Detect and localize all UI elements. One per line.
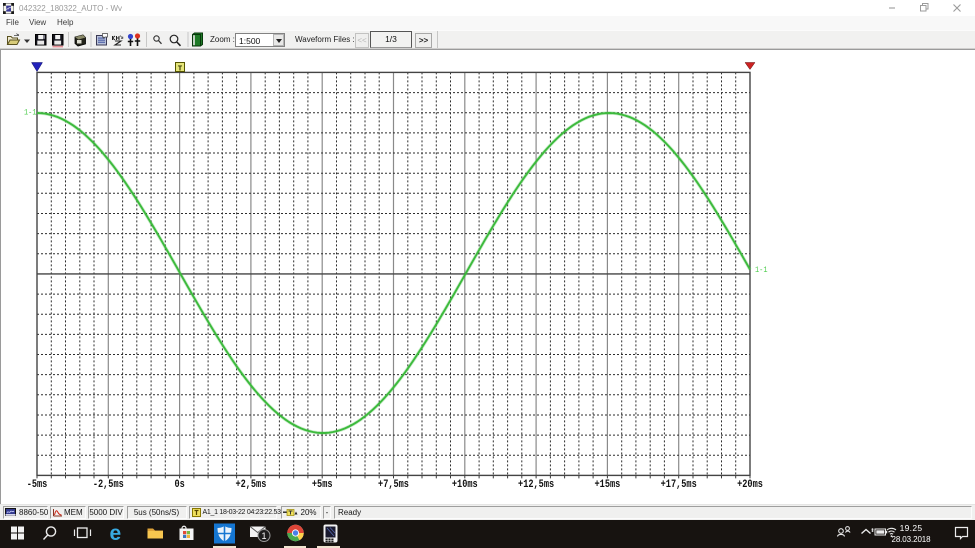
svg-text:1-1: 1-1 — [24, 108, 37, 118]
svg-text:0s: 0s — [174, 479, 184, 491]
svg-text:+15ms: +15ms — [595, 479, 621, 491]
svg-text:+10ms: +10ms — [452, 479, 478, 491]
svg-text:-5ms: -5ms — [27, 479, 48, 491]
svg-text:1-1: 1-1 — [755, 265, 768, 275]
svg-text:e: e — [110, 522, 122, 545]
svg-text:T: T — [178, 66, 183, 74]
svg-text:+7,5ms: +7,5ms — [378, 479, 409, 491]
svg-text:+12,5ms: +12,5ms — [518, 479, 554, 491]
svg-text:-2,5ms: -2,5ms — [93, 479, 124, 491]
svg-text:1: 1 — [261, 531, 266, 541]
svg-text:+20ms: +20ms — [737, 479, 763, 491]
svg-text:+17,5ms: +17,5ms — [661, 479, 697, 491]
svg-text:+5ms: +5ms — [312, 479, 333, 491]
svg-text:+2,5ms: +2,5ms — [235, 479, 266, 491]
